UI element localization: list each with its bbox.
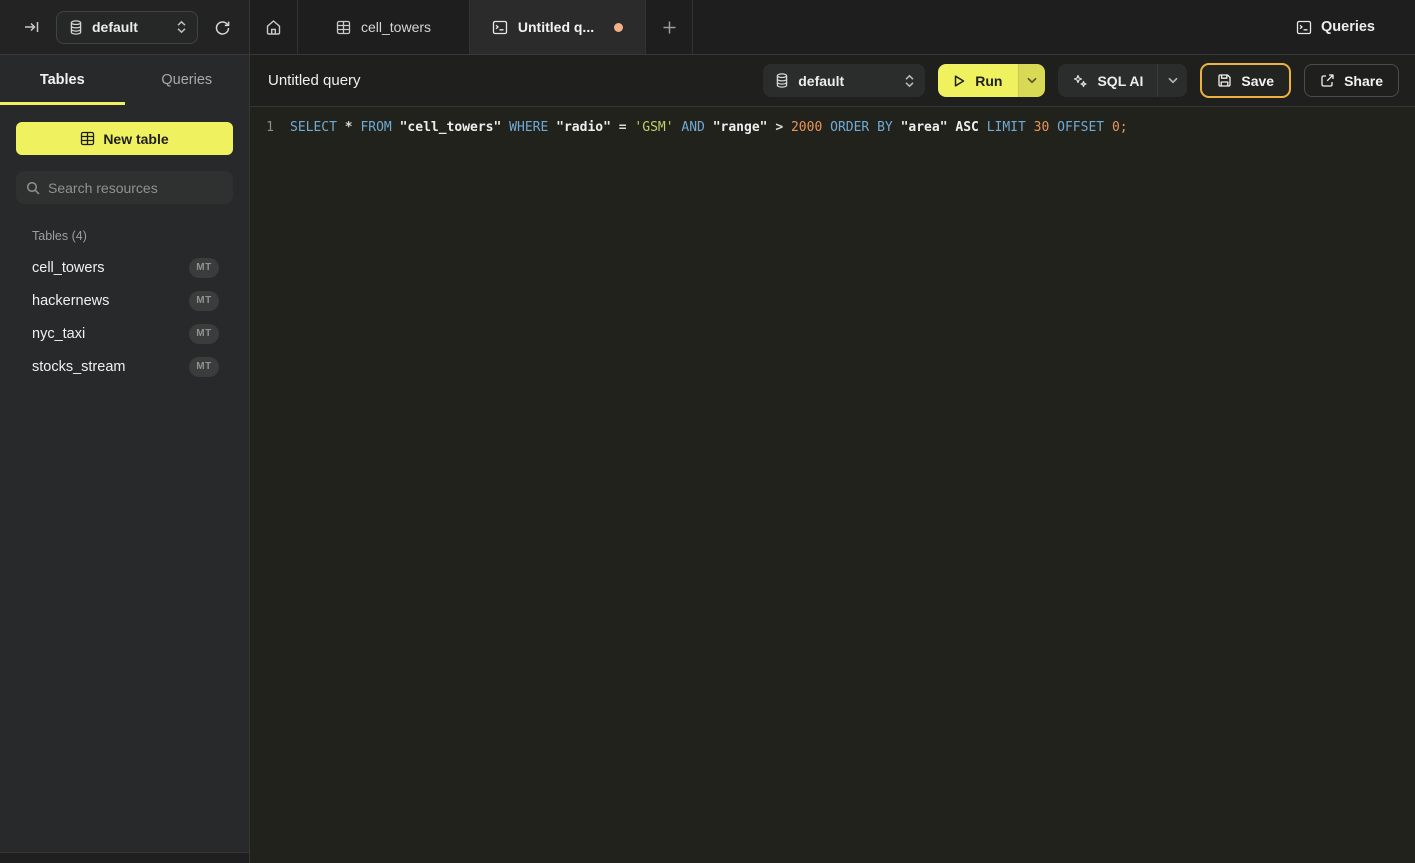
new-table-button[interactable]: New table — [16, 122, 233, 155]
home-icon — [265, 19, 282, 36]
sql-editor[interactable]: 1 SELECT * FROM "cell_towers" WHERE "rad… — [250, 107, 1415, 863]
query-console-icon — [1296, 20, 1312, 35]
tab-strip: cell_towers Untitled q... — [250, 0, 1415, 55]
sidebar-database-selector[interactable]: default — [56, 11, 198, 44]
database-icon — [775, 73, 789, 88]
query-title: Untitled query — [268, 72, 361, 89]
code-line-content: SELECT * FROM "cell_towers" WHERE "radio… — [274, 118, 1128, 138]
sidebar-tab-tables[interactable]: Tables — [0, 55, 125, 105]
tab-untitled-query-label: Untitled q... — [518, 19, 594, 35]
share-button-label: Share — [1344, 73, 1383, 89]
new-table-label: New table — [103, 131, 168, 147]
search-box — [16, 171, 233, 204]
plus-icon — [662, 20, 677, 35]
sidebar-tabs: Tables Queries — [0, 55, 249, 105]
play-icon — [952, 74, 966, 88]
table-name: hackernews — [32, 293, 109, 309]
table-type-badge: MT — [189, 258, 219, 278]
table-list-item-hackernews[interactable]: hackernews MT — [16, 284, 233, 317]
sidebar-database-value: default — [92, 19, 167, 35]
main-area: cell_towers Untitled q... — [250, 0, 1415, 863]
line-number: 1 — [250, 118, 274, 138]
query-toolbar: Untitled query default — [250, 55, 1415, 107]
save-icon — [1217, 73, 1232, 88]
table-icon — [336, 20, 351, 35]
table-name: stocks_stream — [32, 359, 125, 375]
sidebar-header: default — [0, 0, 249, 55]
sidebar-tab-queries-label: Queries — [161, 72, 212, 88]
chevron-down-icon — [1027, 77, 1037, 84]
tab-strip-right: Queries — [1296, 0, 1415, 54]
sql-ai-options-button[interactable] — [1157, 64, 1187, 97]
toolbar-actions: default Run — [763, 63, 1399, 98]
new-tab-button[interactable] — [646, 0, 693, 54]
table-name: cell_towers — [32, 260, 105, 276]
table-list-item-stocks-stream[interactable]: stocks_stream MT — [16, 350, 233, 383]
table-icon — [80, 131, 95, 146]
refresh-icon — [214, 19, 231, 36]
table-type-badge: MT — [189, 291, 219, 311]
query-console-icon — [492, 20, 508, 35]
queries-button-label: Queries — [1321, 19, 1375, 35]
sidebar: default Tables Queries — [0, 0, 250, 863]
tab-cell-towers-label: cell_towers — [361, 19, 431, 35]
sql-ai-button-group: SQL AI — [1058, 64, 1187, 97]
sidebar-body: New table Tables (4) cell_towers MT hack… — [0, 105, 249, 852]
collapse-sidebar-button[interactable] — [22, 17, 42, 37]
run-button-group: Run — [938, 64, 1045, 97]
database-icon — [69, 20, 83, 35]
table-name: nyc_taxi — [32, 326, 85, 342]
sidebar-bottom-bar — [0, 852, 249, 863]
updown-chevron-icon — [904, 74, 915, 88]
tab-untitled-query[interactable]: Untitled q... — [470, 0, 646, 54]
sparkles-icon — [1072, 73, 1088, 89]
code-line: 1 SELECT * FROM "cell_towers" WHERE "rad… — [250, 118, 1415, 138]
home-tab[interactable] — [250, 0, 298, 54]
tab-cell-towers[interactable]: cell_towers — [298, 0, 470, 54]
queries-button[interactable]: Queries — [1296, 19, 1375, 35]
save-button[interactable]: Save — [1200, 63, 1291, 98]
table-list-item-nyc-taxi[interactable]: nyc_taxi MT — [16, 317, 233, 350]
save-button-label: Save — [1241, 73, 1274, 89]
run-button-label: Run — [975, 73, 1002, 89]
table-type-badge: MT — [189, 324, 219, 344]
table-type-badge: MT — [189, 357, 219, 377]
sql-ai-button[interactable]: SQL AI — [1058, 64, 1157, 97]
run-options-button[interactable] — [1018, 64, 1045, 97]
chevron-down-icon — [1168, 77, 1178, 84]
collapse-sidebar-icon — [24, 19, 40, 35]
unsaved-changes-dot — [614, 23, 623, 32]
refresh-button[interactable] — [212, 17, 233, 38]
updown-chevron-icon — [176, 20, 187, 34]
toolbar-database-selector[interactable]: default — [763, 64, 925, 97]
tables-section-header: Tables (4) — [32, 229, 233, 243]
search-icon — [26, 181, 40, 195]
share-button[interactable]: Share — [1304, 64, 1399, 97]
sidebar-tab-queries[interactable]: Queries — [125, 55, 250, 105]
sql-ai-button-label: SQL AI — [1097, 73, 1143, 89]
run-button[interactable]: Run — [938, 64, 1018, 97]
share-icon — [1320, 73, 1335, 88]
toolbar-database-value: default — [798, 73, 895, 89]
table-list-item-cell-towers[interactable]: cell_towers MT — [16, 251, 233, 284]
sidebar-tab-tables-label: Tables — [40, 72, 85, 88]
search-input[interactable] — [48, 180, 223, 196]
